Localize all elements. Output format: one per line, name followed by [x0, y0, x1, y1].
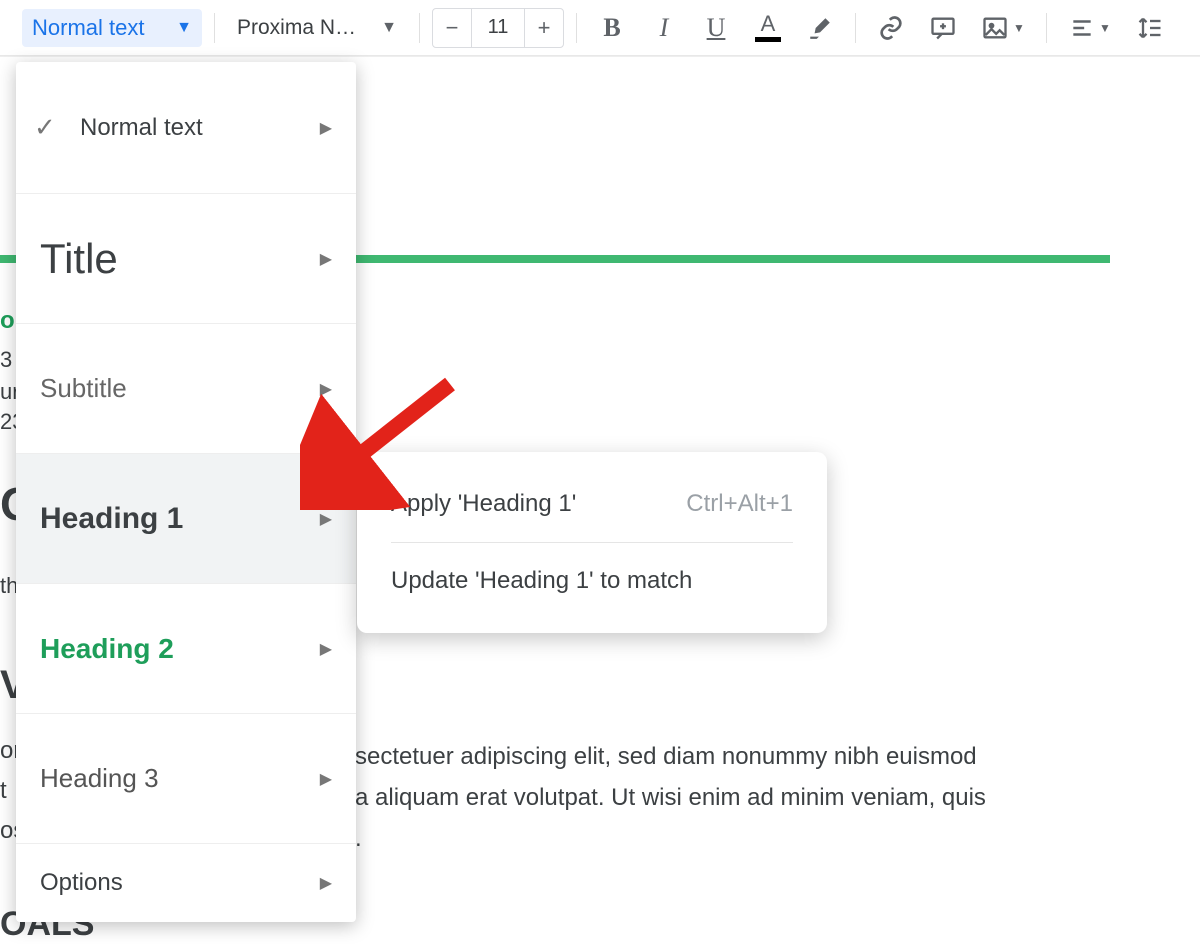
font-label: Proxima N…	[237, 16, 356, 40]
toolbar: Normal text ▼ Proxima N… ▼ − + B I U A	[0, 0, 1200, 56]
caret-down-icon: ▼	[381, 19, 397, 37]
font-size-increase-button[interactable]: +	[525, 9, 563, 47]
font-size-group: − +	[432, 8, 564, 48]
line-spacing-button[interactable]	[1133, 8, 1167, 48]
paragraph-style-dropdown[interactable]: Normal text ▼	[22, 9, 202, 47]
annotation-arrow	[300, 370, 470, 510]
toolbar-separator	[214, 13, 215, 43]
insert-image-button[interactable]: ▼	[978, 8, 1028, 48]
underline-button[interactable]: U	[699, 8, 733, 48]
paragraph-group: ▼	[1059, 8, 1173, 48]
caret-down-icon: ▼	[176, 19, 192, 37]
submenu-caret-icon: ▶	[320, 769, 332, 789]
insert-group: ▼	[868, 8, 1034, 48]
toolbar-separator	[855, 13, 856, 43]
align-button[interactable]: ▼	[1065, 8, 1115, 48]
document-body-text: sectetuer adipiscing elit, sed diam nonu…	[355, 737, 1120, 859]
font-size-input[interactable]	[471, 9, 525, 47]
checkmark-icon: ✓	[34, 112, 56, 143]
paragraph-style-label: Normal text	[32, 15, 144, 41]
font-size-decrease-button[interactable]: −	[433, 9, 471, 47]
format-group: B I U A	[589, 8, 843, 48]
insert-link-button[interactable]	[874, 8, 908, 48]
insert-comment-button[interactable]	[926, 8, 960, 48]
bold-button[interactable]: B	[595, 8, 629, 48]
style-option-options[interactable]: Options ▶	[16, 844, 356, 922]
highlight-button[interactable]	[803, 8, 837, 48]
keyboard-shortcut: Ctrl+Alt+1	[686, 490, 793, 518]
submenu-separator	[391, 542, 793, 543]
submenu-caret-icon: ▶	[320, 509, 332, 529]
style-option-heading-3[interactable]: Heading 3 ▶	[16, 714, 356, 844]
style-option-normal-text[interactable]: ✓ Normal text ▶	[16, 62, 356, 194]
clipped-text: t	[0, 777, 7, 805]
submenu-caret-icon: ▶	[320, 639, 332, 659]
text-color-button[interactable]: A	[751, 8, 785, 48]
toolbar-separator	[576, 13, 577, 43]
style-option-heading-2[interactable]: Heading 2 ▶	[16, 584, 356, 714]
italic-button[interactable]: I	[647, 8, 681, 48]
style-option-title[interactable]: Title ▶	[16, 194, 356, 324]
submenu-caret-icon: ▶	[320, 249, 332, 269]
update-heading-1-to-match[interactable]: Update 'Heading 1' to match	[357, 549, 827, 613]
font-dropdown[interactable]: Proxima N… ▼	[227, 10, 407, 46]
toolbar-separator	[1046, 13, 1047, 43]
clipped-text: 3	[0, 347, 12, 373]
toolbar-separator	[419, 13, 420, 43]
submenu-caret-icon: ▶	[320, 873, 332, 893]
submenu-caret-icon: ▶	[320, 118, 332, 138]
